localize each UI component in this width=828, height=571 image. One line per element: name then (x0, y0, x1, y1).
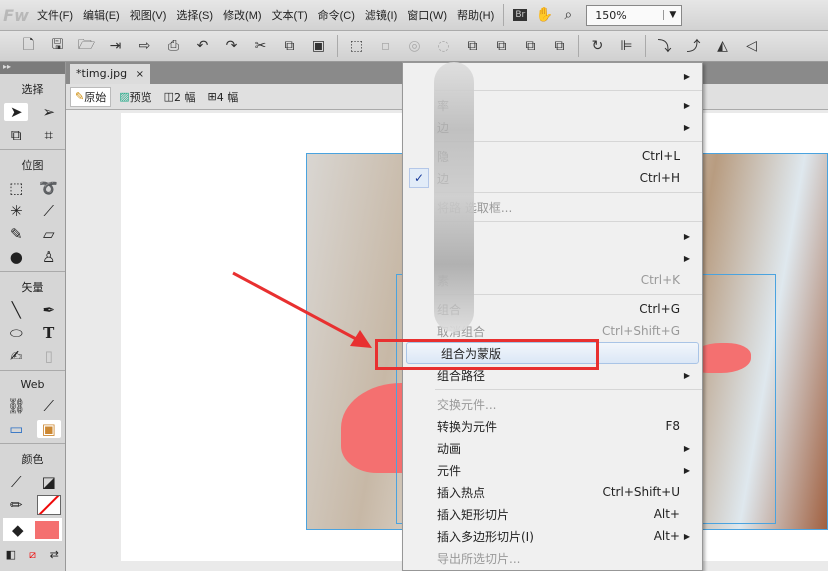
submenu-arrow-icon: ▶ (683, 465, 690, 475)
context-menu-item[interactable]: 插入矩形切片 Alt+ (403, 503, 702, 525)
menu-item-label: 元件 (437, 463, 462, 478)
menu-item-shortcut: Ctrl+G (639, 302, 680, 316)
submenu-arrow-icon: ▶ (683, 122, 690, 132)
submenu-arrow-icon: ▶ (683, 253, 690, 263)
menu-item-label: 动画 (437, 441, 462, 456)
annotation-highlight-box (375, 339, 599, 370)
menu-item-label: 插入矩形切片 (437, 507, 510, 522)
context-menu-item[interactable]: 插入多边形切片(I) Alt+ ▶ (403, 525, 702, 547)
submenu-arrow-icon: ▶ (683, 443, 690, 453)
menu-item-shortcut: Alt+ (653, 529, 680, 543)
submenu-arrow-icon: ▶ (683, 531, 690, 541)
menu-item-shortcut: F8 (665, 419, 680, 433)
context-menu-item[interactable]: 元件 ▶ (403, 459, 702, 481)
submenu-arrow-icon: ▶ (683, 100, 690, 110)
context-menu-item[interactable]: 交换元件... (403, 393, 702, 415)
menu-item-label: 插入多边形切片(I) (437, 529, 534, 544)
menu-item-label: 插入热点 (437, 485, 486, 500)
redaction-blur (434, 62, 474, 332)
menu-item-shortcut: Ctrl+H (639, 171, 680, 185)
context-menu-item[interactable]: 动画 ▶ (403, 437, 702, 459)
menu-item-shortcut: Ctrl+L (641, 149, 680, 163)
context-menu-item[interactable]: 转换为元件 F8 (403, 415, 702, 437)
menu-item-shortcut: Ctrl+Shift+U (602, 485, 680, 499)
menu-separator (403, 386, 702, 393)
menu-item-shortcut: Alt+ (653, 507, 680, 521)
menu-item-shortcut: Ctrl+K (640, 273, 680, 287)
checkmark-icon: ✓ (409, 168, 429, 188)
menu-item-label: 导出所选切片... (437, 551, 521, 566)
context-menu-item[interactable]: 插入热点 Ctrl+Shift+U (403, 481, 702, 503)
submenu-arrow-icon: ▶ (683, 71, 690, 81)
menu-item-shortcut: Ctrl+Shift+G (601, 324, 680, 338)
submenu-arrow-icon: ▶ (683, 231, 690, 241)
submenu-arrow-icon: ▶ (683, 370, 690, 380)
menu-item-label: 交换元件... (437, 397, 497, 412)
menu-item-label: 转换为元件 (437, 419, 498, 434)
context-menu-item[interactable]: 导出所选切片... (403, 547, 702, 569)
